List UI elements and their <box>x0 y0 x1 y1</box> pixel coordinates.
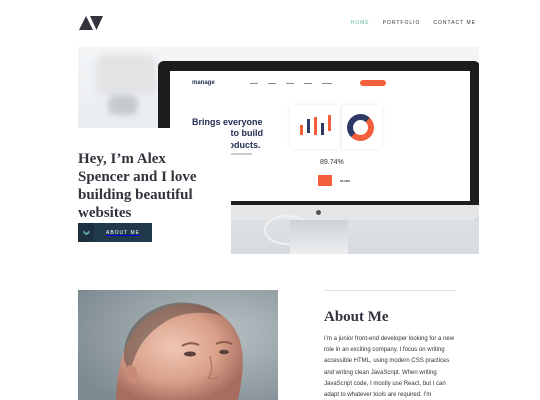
screen-brand: manage <box>192 80 215 86</box>
logo-icon[interactable] <box>79 16 103 30</box>
about-me-button-label: ABOUT ME <box>105 229 141 236</box>
section-divider <box>324 290 456 291</box>
apple-logo-icon <box>316 210 321 215</box>
screen-stat-percent: 89.74% <box>320 159 344 166</box>
about-title: About Me <box>324 309 389 325</box>
about-me-button[interactable]: ABOUT ME <box>78 223 152 242</box>
about-text: I’m a junior front-end developer looking… <box>324 336 455 399</box>
screen-bar-chart <box>298 113 334 141</box>
hero-title: Hey, I’m Alex Spencer and I love buildin… <box>78 151 197 221</box>
screen-stat-small: 56.28% <box>340 179 351 183</box>
nav-contact[interactable]: CONTACT ME <box>433 20 476 26</box>
screen-nav <box>250 82 332 84</box>
screen-donut-chart <box>347 114 374 141</box>
nav-portfolio[interactable]: PORTFOLIO <box>383 20 421 26</box>
screen-button <box>360 80 386 86</box>
chevron-down-icon <box>78 223 94 242</box>
nav-home[interactable]: HOME <box>351 20 370 26</box>
profile-photo <box>78 290 278 400</box>
main-nav: HOME PORTFOLIO CONTACT ME <box>351 20 476 26</box>
